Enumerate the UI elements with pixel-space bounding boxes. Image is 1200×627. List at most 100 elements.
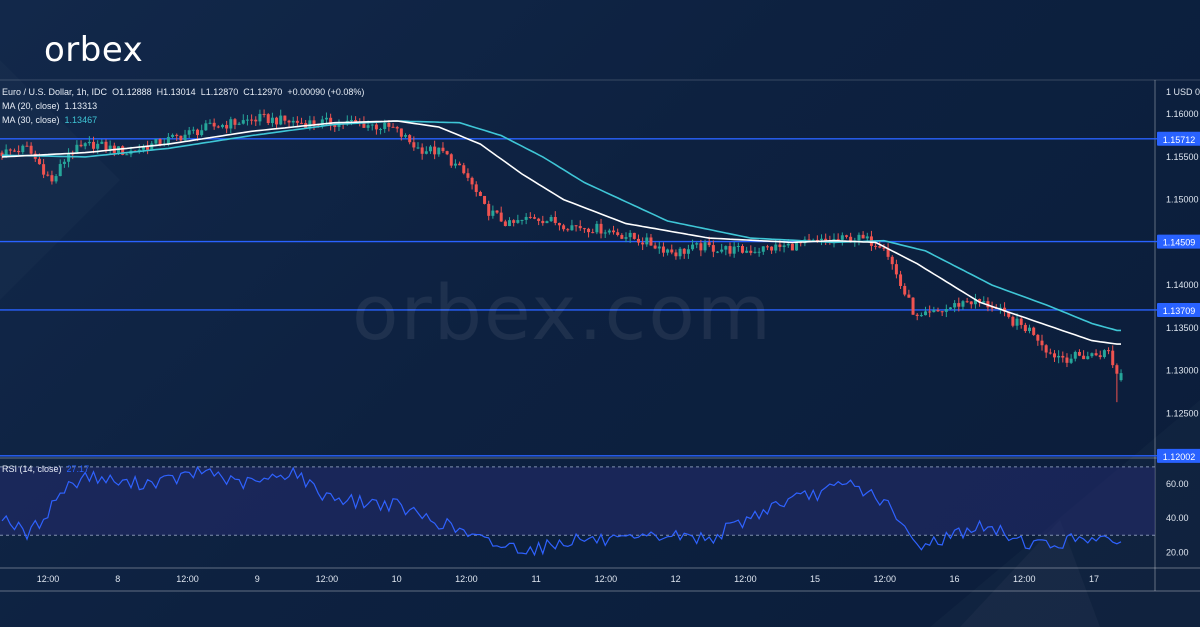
ohlc-open: O1.12888: [112, 87, 152, 97]
candle-body: [67, 153, 71, 162]
candle-body: [624, 237, 628, 239]
candle-body: [595, 223, 599, 233]
ohlc-low: L1.12870: [200, 87, 239, 97]
rsi-legend[interactable]: RSI (14, close) 27.17: [2, 464, 89, 474]
ma20-label: MA (20, close): [2, 101, 60, 111]
candle-body: [187, 130, 191, 135]
time-tick-label: 9: [255, 574, 260, 584]
candle-body: [1048, 352, 1052, 354]
candle-body: [874, 245, 878, 247]
candle-body: [557, 222, 561, 226]
rsi-tick-label: 40.00: [1166, 513, 1189, 523]
candle-body: [408, 135, 412, 143]
candle-body: [499, 212, 503, 222]
candle-body: [907, 294, 911, 298]
candle-body: [965, 301, 969, 303]
candle-body: [21, 145, 25, 153]
candle-body: [312, 120, 316, 125]
candle-body: [1065, 357, 1069, 363]
candle-body: [607, 230, 611, 233]
candle-body: [695, 243, 699, 245]
candle-body: [545, 221, 549, 224]
time-tick-label: 12:00: [316, 574, 339, 584]
candle-body: [757, 251, 761, 253]
candle-body: [487, 203, 491, 216]
candle-body: [740, 246, 744, 253]
candle-body: [262, 113, 266, 115]
candle-body: [275, 117, 279, 125]
orbex-logo[interactable]: orbex: [44, 30, 143, 70]
rsi-value: 27.17: [66, 464, 90, 474]
candle-body: [1011, 316, 1015, 326]
candle-body: [171, 134, 175, 137]
level-price-label: 1.14509: [1163, 238, 1196, 248]
level-price-label: 1.15712: [1163, 135, 1196, 145]
candle-body: [92, 141, 96, 149]
symbol-info-line[interactable]: Euro / U.S. Dollar, 1h, IDC O1.12888 H1.…: [2, 87, 364, 97]
candle-body: [1111, 350, 1115, 366]
candle-body: [932, 310, 936, 313]
candle-body: [29, 145, 33, 154]
time-tick-label: 12:00: [37, 574, 60, 584]
candle-body: [25, 145, 29, 147]
candle-body: [632, 232, 636, 239]
candle-body: [1069, 358, 1073, 363]
candle-body: [524, 216, 528, 220]
candle-body: [795, 242, 799, 251]
candle-body: [229, 119, 233, 129]
candle-body: [786, 243, 790, 246]
candle-body: [354, 120, 358, 122]
candle-body: [200, 130, 204, 136]
candle-body: [649, 237, 653, 246]
candle-body: [707, 242, 711, 246]
candle-body: [1028, 327, 1032, 332]
candle-body: [266, 114, 270, 124]
candle-body: [245, 119, 249, 121]
candle-body: [233, 119, 237, 125]
candle-body: [291, 120, 295, 123]
candle-body: [433, 146, 437, 155]
candle-body: [641, 242, 645, 245]
candle-body: [636, 238, 640, 243]
ma20-legend[interactable]: MA (20, close) 1.13313: [2, 101, 97, 111]
candle-body: [283, 115, 287, 121]
time-tick-label: 11: [531, 574, 540, 584]
candle-body: [420, 147, 424, 154]
candle-body: [503, 221, 507, 227]
candle-body: [491, 210, 495, 216]
candle-body: [1102, 350, 1106, 358]
time-tick-label: 12:00: [176, 574, 199, 584]
candle-body: [645, 237, 649, 245]
candle-body: [890, 256, 894, 265]
candle-body: [948, 307, 952, 309]
candle-body: [674, 252, 678, 257]
candle-body: [166, 136, 170, 144]
candle-body: [1094, 353, 1098, 356]
candle-body: [582, 228, 586, 230]
candle-body: [778, 244, 782, 247]
candle-body: [915, 314, 919, 316]
candle-body: [453, 163, 457, 166]
candle-body: [699, 243, 703, 251]
candle-body: [653, 245, 657, 249]
ohlc-high: H1.13014: [156, 87, 196, 97]
candle-body: [603, 232, 607, 234]
candle-body: [957, 303, 961, 307]
candle-body: [753, 251, 757, 253]
candle-body: [295, 120, 299, 123]
candle-body: [179, 135, 183, 141]
candle-body: [42, 164, 46, 175]
candle-body: [587, 228, 591, 233]
candle-body: [516, 220, 520, 223]
candle-body: [761, 246, 765, 252]
ohlc-change: +0.00090 (+0.08%): [287, 87, 365, 97]
level-price-label: 1.13709: [1163, 306, 1196, 316]
candle-body: [412, 142, 416, 148]
candle-body: [765, 246, 769, 248]
candle-body: [562, 225, 566, 230]
ma20-value: 1.13313: [64, 101, 98, 111]
candle-body: [520, 219, 524, 221]
candle-body: [720, 249, 724, 252]
candle-body: [300, 122, 304, 124]
ma30-legend[interactable]: MA (30, close) 1.13467: [2, 115, 97, 125]
